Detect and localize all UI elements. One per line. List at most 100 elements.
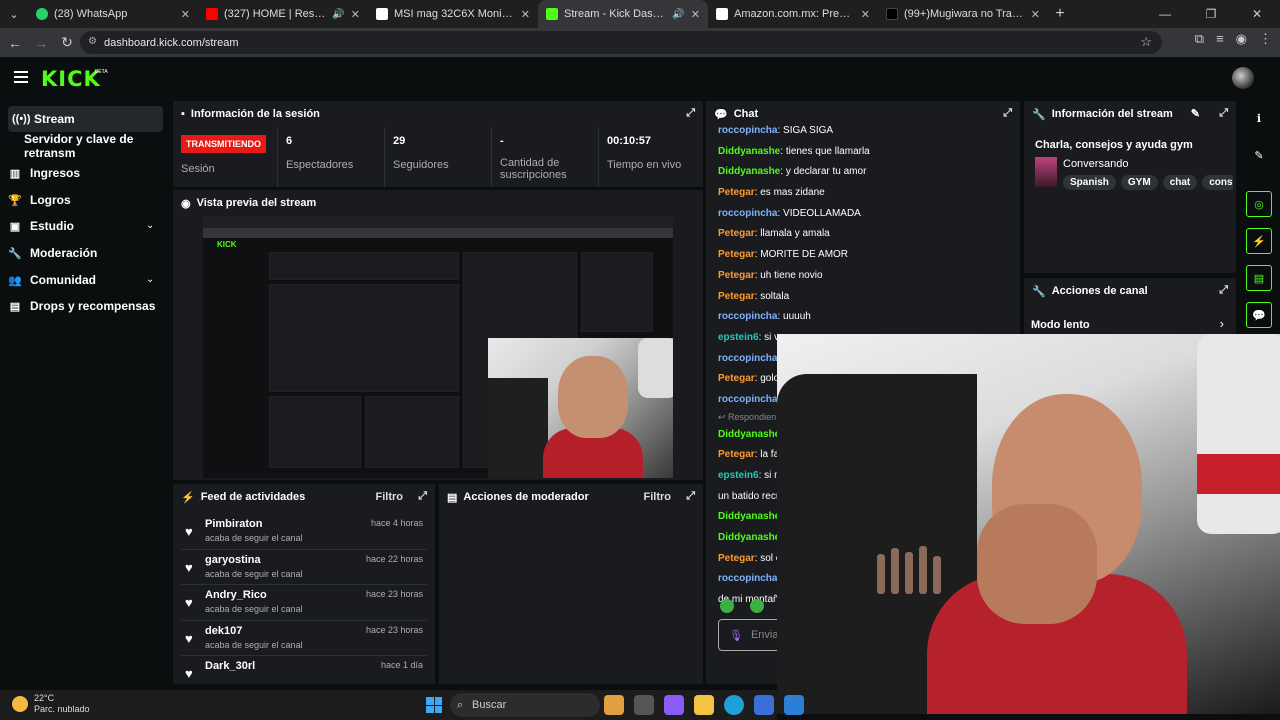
- chat-username[interactable]: roccopincha: [718, 353, 777, 364]
- tag[interactable]: GYM: [1120, 175, 1158, 190]
- emote-icon[interactable]: [720, 599, 734, 613]
- close-icon[interactable]: ✕: [351, 8, 360, 21]
- chat-username[interactable]: Petegar: [718, 449, 755, 460]
- expand-icon[interactable]: ⤢: [1219, 107, 1228, 120]
- close-window-icon[interactable]: ✕: [1234, 0, 1280, 28]
- slow-mode-button[interactable]: Modo lento: [1031, 319, 1090, 331]
- bookmark-star-icon[interactable]: ☆: [1140, 34, 1152, 50]
- chat-username[interactable]: epstein6: [718, 332, 759, 343]
- folder-icon[interactable]: [694, 695, 714, 715]
- media-icon[interactable]: ≡: [1216, 31, 1224, 47]
- restore-icon[interactable]: ❐: [1188, 0, 1234, 28]
- chevron-down-icon[interactable]: ⌄: [146, 220, 154, 231]
- chat-username[interactable]: Petegar: [718, 291, 755, 302]
- chat-username[interactable]: Petegar: [718, 249, 755, 260]
- profile-icon[interactable]: ◉: [1236, 31, 1247, 47]
- lightning-icon[interactable]: ⚡: [1246, 228, 1272, 254]
- camera-icon[interactable]: ◎: [1246, 191, 1272, 217]
- list-item[interactable]: ♥ Dark_30rl hace 1 día: [181, 656, 427, 684]
- close-icon[interactable]: ✕: [521, 8, 530, 21]
- browser-tab[interactable]: (99+)Mugiwara no Trainer (@a ✕: [878, 0, 1048, 28]
- chat-username[interactable]: Diddyanashe: [718, 532, 780, 543]
- list-item[interactable]: ♥ garyostina acaba de seguir el canal ha…: [181, 550, 427, 585]
- chevron-down-icon[interactable]: ⌄: [146, 274, 154, 285]
- chat-username[interactable]: Diddyanashe: [718, 146, 780, 157]
- chat-bubble-icon[interactable]: 💬: [1246, 302, 1272, 328]
- sidebar-item-drops[interactable]: ▤ Drops y recompensas: [8, 293, 156, 319]
- chat-username[interactable]: Petegar: [718, 553, 755, 564]
- browser-tab-active[interactable]: Stream - Kick Dashboard 🔊 ✕: [538, 0, 708, 28]
- list-item[interactable]: ♥ Andry_Rico acaba de seguir el canal ha…: [181, 585, 427, 621]
- forward-icon[interactable]: →: [28, 35, 54, 51]
- tab-search-icon[interactable]: ⌄: [0, 0, 28, 28]
- info-icon[interactable]: ℹ: [1246, 105, 1272, 131]
- food-icon[interactable]: [604, 695, 624, 715]
- chat-message[interactable]: roccopincha: uuuuh: [718, 307, 1018, 328]
- expand-icon[interactable]: ⤢: [1219, 284, 1228, 297]
- chat-message[interactable]: Petegar: llamala y amala: [718, 224, 1018, 245]
- chat-username[interactable]: roccopincha: [718, 311, 777, 322]
- pencil-icon[interactable]: ✎: [1246, 142, 1272, 168]
- sidebar-item-moderacion[interactable]: 🔧 Moderación: [8, 240, 97, 266]
- chat-username[interactable]: epstein6: [718, 470, 759, 481]
- chat-username[interactable]: Diddyanashe: [718, 429, 780, 440]
- minimize-icon[interactable]: —: [1142, 0, 1188, 28]
- store-icon[interactable]: [754, 695, 774, 715]
- back-icon[interactable]: ←: [2, 35, 28, 51]
- chat-username[interactable]: Diddyanashe: [718, 511, 780, 522]
- sidebar-item-server-key[interactable]: Servidor y clave de retransm: [24, 132, 170, 160]
- speaker-icon[interactable]: 🔊: [672, 9, 684, 20]
- close-icon[interactable]: ✕: [691, 8, 700, 21]
- browser-tab[interactable]: (28) WhatsApp ✕: [28, 0, 198, 28]
- expand-icon[interactable]: ⤢: [686, 107, 695, 120]
- sidebar-item-comunidad[interactable]: 👥 Comunidad: [8, 267, 96, 293]
- tag[interactable]: consejo: [1202, 175, 1233, 190]
- url-input[interactable]: ⚙ dashboard.kick.com/stream ☆: [80, 31, 1162, 54]
- sidebar-item-stream[interactable]: ((•)) Stream: [8, 106, 163, 132]
- chat-username[interactable]: Petegar: [718, 373, 755, 384]
- sidebar-item-logros[interactable]: 🏆 Logros: [8, 187, 71, 213]
- speaker-icon[interactable]: 🔊: [332, 9, 344, 20]
- chat-message[interactable]: roccopincha: SIGA SIGA: [718, 121, 1018, 142]
- chat-username[interactable]: roccopincha: [718, 573, 777, 584]
- copilot-icon[interactable]: [664, 695, 684, 715]
- new-tab-button[interactable]: +: [1048, 5, 1072, 23]
- tag[interactable]: chat: [1162, 175, 1198, 190]
- browser-tab[interactable]: Amazon.com.mx: Precios bajos ✕: [708, 0, 878, 28]
- pencil-icon[interactable]: ✎: [1191, 107, 1200, 120]
- browser-tab[interactable]: MSI mag 32C6X Monitor para ✕: [368, 0, 538, 28]
- taskbar-search[interactable]: ⌕ Buscar: [450, 693, 600, 717]
- chat-message[interactable]: Diddyanashe: y declarar tu amor: [718, 162, 1018, 183]
- filter-button[interactable]: Filtro: [644, 491, 672, 503]
- expand-icon[interactable]: ⤢: [418, 490, 427, 503]
- sidebar-item-ingresos[interactable]: ▥ Ingresos: [8, 160, 80, 186]
- microphone-icon[interactable]: 🎙: [729, 629, 743, 642]
- tag[interactable]: Spanish: [1063, 175, 1116, 190]
- browser-tab[interactable]: (327) HOME | Resonance (4 🔊 ✕: [198, 0, 368, 28]
- windows-start-icon[interactable]: [426, 697, 442, 713]
- kick-logo[interactable]: KICK: [41, 67, 101, 91]
- hamburger-menu-icon[interactable]: [14, 71, 28, 83]
- close-icon[interactable]: ✕: [861, 8, 870, 21]
- chat-username[interactable]: roccopincha: [718, 125, 777, 136]
- weather-widget[interactable]: 22°C Parc. nublado: [12, 693, 90, 715]
- category-name[interactable]: Conversando: [1063, 158, 1128, 170]
- avatar[interactable]: [1232, 67, 1254, 89]
- task-view-icon[interactable]: [634, 695, 654, 715]
- filter-button[interactable]: Filtro: [376, 491, 404, 503]
- extensions-icon[interactable]: ⧉: [1195, 31, 1204, 47]
- expand-icon[interactable]: ⤢: [686, 490, 695, 503]
- emote-icon[interactable]: [750, 599, 764, 613]
- edge-icon[interactable]: [724, 695, 744, 715]
- chat-username[interactable]: Diddyanashe: [718, 166, 780, 177]
- chat-message[interactable]: Petegar: soltala: [718, 287, 1018, 308]
- list-item[interactable]: ♥ dek107 acaba de seguir el canal hace 2…: [181, 621, 427, 656]
- chat-username[interactable]: Petegar: [718, 228, 755, 239]
- chat-message[interactable]: Petegar: uh tiene novio: [718, 266, 1018, 287]
- chat-message[interactable]: Petegar: es mas zidane: [718, 183, 1018, 204]
- chat-message[interactable]: roccopincha: VIDEOLLAMADA: [718, 204, 1018, 225]
- chat-message[interactable]: Petegar: MORITE DE AMOR: [718, 245, 1018, 266]
- stream-preview-video[interactable]: KICK: [203, 216, 673, 478]
- chevron-right-icon[interactable]: ›: [1220, 316, 1224, 331]
- document-icon[interactable]: ▤: [1246, 265, 1272, 291]
